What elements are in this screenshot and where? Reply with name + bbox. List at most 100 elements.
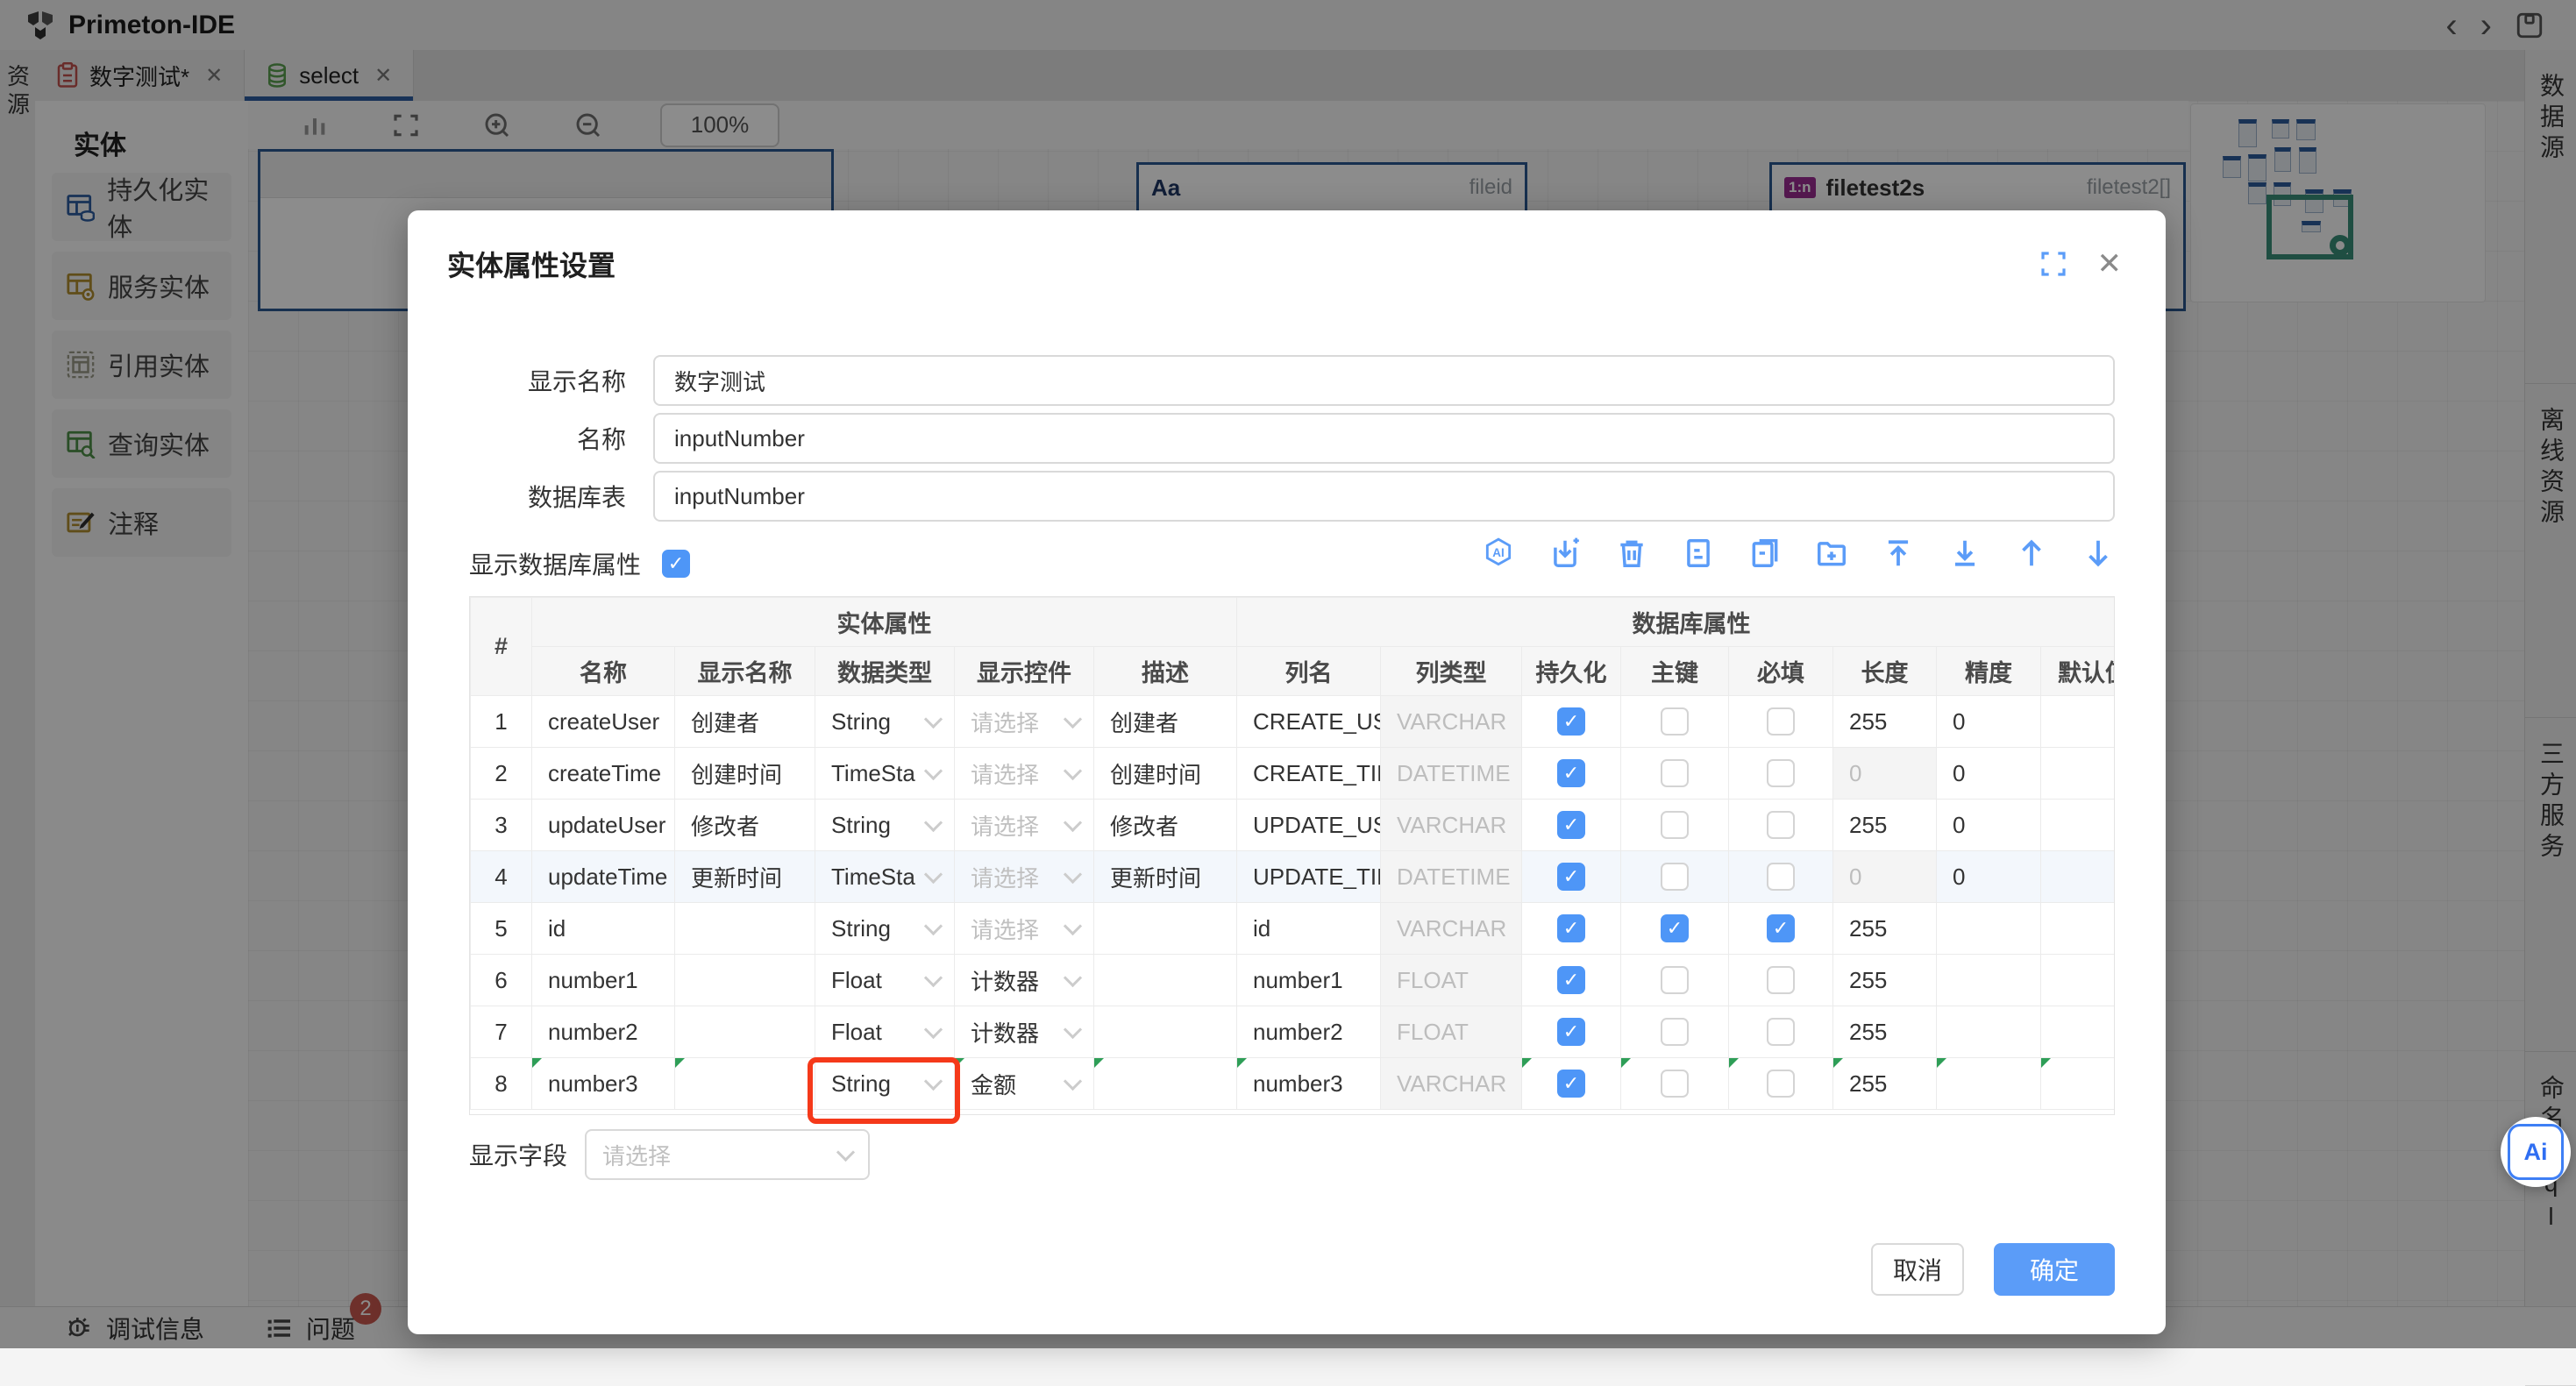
- cell-length[interactable]: 255: [1833, 1006, 1937, 1058]
- cell-persistent[interactable]: ✓: [1522, 851, 1621, 903]
- cell-default[interactable]: [2041, 955, 2115, 1006]
- checkbox-checked[interactable]: ✓: [1557, 811, 1585, 839]
- ai-icon[interactable]: AI: [1482, 537, 1515, 570]
- cell-data-type-select[interactable]: TimeStamp: [815, 748, 955, 800]
- cell-required[interactable]: ✓: [1729, 903, 1833, 955]
- cell-persistent[interactable]: ✓: [1522, 1058, 1621, 1110]
- document-icon[interactable]: [1682, 537, 1715, 570]
- cell-default[interactable]: [2041, 800, 2115, 851]
- checkbox-checked[interactable]: ✓: [1557, 759, 1585, 787]
- cell-name[interactable]: number2: [532, 1006, 675, 1058]
- cell-description[interactable]: 创建者: [1094, 696, 1237, 748]
- cell-persistent[interactable]: ✓: [1522, 1006, 1621, 1058]
- checkbox-unchecked[interactable]: [1767, 707, 1795, 736]
- cell-precision[interactable]: 0: [1937, 696, 2041, 748]
- cell-primary-key[interactable]: [1621, 1058, 1729, 1110]
- cancel-button[interactable]: 取消: [1871, 1243, 1964, 1296]
- checkbox-checked[interactable]: ✓: [1557, 1070, 1585, 1098]
- cell-column-name[interactable]: number1: [1237, 955, 1381, 1006]
- cell-display-name[interactable]: [675, 1058, 815, 1110]
- cell-precision[interactable]: 0: [1937, 851, 2041, 903]
- cell-required[interactable]: [1729, 1058, 1833, 1110]
- cell-default[interactable]: [2041, 748, 2115, 800]
- cell-primary-key[interactable]: [1621, 851, 1729, 903]
- cell-precision[interactable]: [1937, 903, 2041, 955]
- cell-precision[interactable]: 0: [1937, 800, 2041, 851]
- checkbox-unchecked[interactable]: [1767, 863, 1795, 891]
- cell-description[interactable]: [1094, 1058, 1237, 1110]
- cell-required[interactable]: [1729, 748, 1833, 800]
- cell-required[interactable]: [1729, 851, 1833, 903]
- copy-icon[interactable]: [1748, 537, 1782, 570]
- cell-precision[interactable]: [1937, 955, 2041, 1006]
- cell-display-name[interactable]: [675, 903, 815, 955]
- cell-control-select[interactable]: 请选择: [955, 800, 1094, 851]
- cell-column-name[interactable]: number3: [1237, 1058, 1381, 1110]
- cell-description[interactable]: 创建时间: [1094, 748, 1237, 800]
- cell-persistent[interactable]: ✓: [1522, 696, 1621, 748]
- cell-description[interactable]: 修改者: [1094, 800, 1237, 851]
- cell-persistent[interactable]: ✓: [1522, 955, 1621, 1006]
- db-table-input[interactable]: inputNumber: [653, 471, 2115, 522]
- show-db-props-checkbox[interactable]: ✓: [662, 550, 690, 578]
- import-icon[interactable]: [1548, 537, 1582, 570]
- cell-name[interactable]: id: [532, 903, 675, 955]
- cell-primary-key[interactable]: [1621, 748, 1729, 800]
- cell-name[interactable]: updateTime: [532, 851, 675, 903]
- cell-name[interactable]: updateUser: [532, 800, 675, 851]
- checkbox-checked[interactable]: ✓: [1557, 1018, 1585, 1046]
- ai-assistant-button[interactable]: Ai: [2501, 1117, 2571, 1187]
- name-input[interactable]: inputNumber: [653, 413, 2115, 464]
- cell-column-name[interactable]: CREATE_TIME: [1237, 748, 1381, 800]
- cell-required[interactable]: [1729, 800, 1833, 851]
- cell-default[interactable]: [2041, 903, 2115, 955]
- cell-required[interactable]: [1729, 955, 1833, 1006]
- cell-default[interactable]: [2041, 851, 2115, 903]
- cell-control-select[interactable]: 请选择: [955, 903, 1094, 955]
- cell-persistent[interactable]: ✓: [1522, 800, 1621, 851]
- cell-column-name[interactable]: UPDATE_USER: [1237, 800, 1381, 851]
- cell-display-name[interactable]: [675, 955, 815, 1006]
- cell-precision[interactable]: [1937, 1058, 2041, 1110]
- checkbox-unchecked[interactable]: [1767, 966, 1795, 994]
- cell-precision[interactable]: 0: [1937, 748, 2041, 800]
- cell-data-type-select[interactable]: String: [815, 800, 955, 851]
- cell-control-select[interactable]: 计数器: [955, 955, 1094, 1006]
- checkbox-checked[interactable]: ✓: [1557, 914, 1585, 942]
- checkbox-unchecked[interactable]: [1661, 707, 1689, 736]
- cell-default[interactable]: [2041, 1058, 2115, 1110]
- checkbox-checked[interactable]: ✓: [1767, 914, 1795, 942]
- cell-length[interactable]: 255: [1833, 955, 1937, 1006]
- checkbox-checked[interactable]: ✓: [1661, 914, 1689, 942]
- cell-description[interactable]: [1094, 903, 1237, 955]
- cell-length[interactable]: 255: [1833, 1058, 1937, 1110]
- move-down-icon[interactable]: [2081, 537, 2115, 570]
- cell-primary-key[interactable]: [1621, 800, 1729, 851]
- cell-persistent[interactable]: ✓: [1522, 748, 1621, 800]
- checkbox-unchecked[interactable]: [1767, 1018, 1795, 1046]
- cell-description[interactable]: [1094, 1006, 1237, 1058]
- checkbox-unchecked[interactable]: [1661, 966, 1689, 994]
- checkbox-unchecked[interactable]: [1661, 1018, 1689, 1046]
- cell-display-name[interactable]: 更新时间: [675, 851, 815, 903]
- checkbox-checked[interactable]: ✓: [1557, 863, 1585, 891]
- checkbox-unchecked[interactable]: [1661, 863, 1689, 891]
- cell-control-select[interactable]: 请选择: [955, 851, 1094, 903]
- cell-data-type-select[interactable]: Float: [815, 1006, 955, 1058]
- checkbox-checked[interactable]: ✓: [1557, 707, 1585, 736]
- cell-display-name[interactable]: 创建时间: [675, 748, 815, 800]
- cell-name[interactable]: number1: [532, 955, 675, 1006]
- cell-default[interactable]: [2041, 1006, 2115, 1058]
- close-icon[interactable]: ✕: [2097, 249, 2123, 279]
- cell-required[interactable]: [1729, 1006, 1833, 1058]
- checkbox-unchecked[interactable]: [1661, 759, 1689, 787]
- add-folder-icon[interactable]: [1815, 537, 1848, 570]
- cell-primary-key[interactable]: [1621, 696, 1729, 748]
- cell-persistent[interactable]: ✓: [1522, 903, 1621, 955]
- cell-primary-key[interactable]: [1621, 955, 1729, 1006]
- checkbox-checked[interactable]: ✓: [1557, 966, 1585, 994]
- display-field-select[interactable]: 请选择: [585, 1129, 870, 1180]
- cell-column-name[interactable]: UPDATE_TIME: [1237, 851, 1381, 903]
- checkbox-unchecked[interactable]: [1661, 1070, 1689, 1098]
- cell-control-select[interactable]: 请选择: [955, 696, 1094, 748]
